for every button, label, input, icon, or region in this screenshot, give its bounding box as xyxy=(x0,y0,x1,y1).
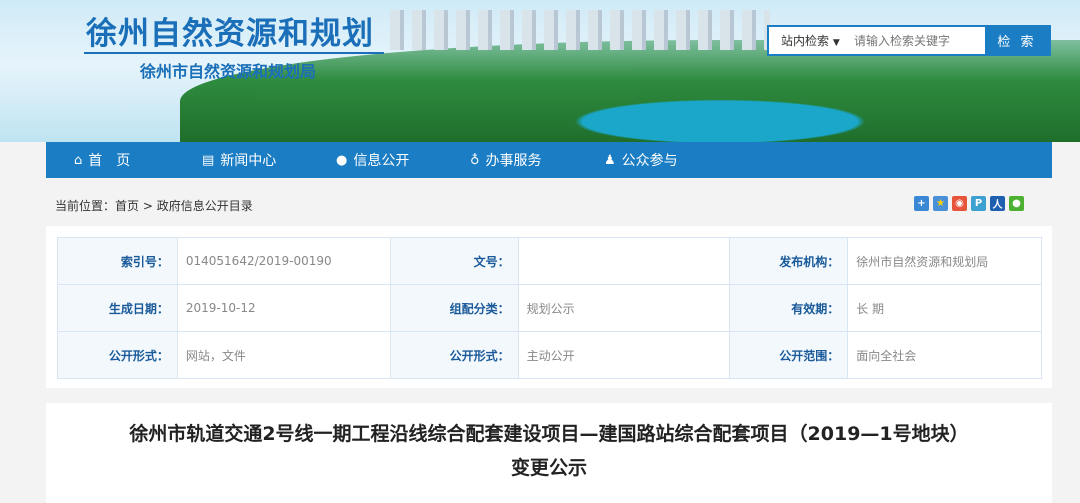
search-button[interactable]: 检 索 xyxy=(985,27,1049,54)
metadata-row: 公开形式： 网站，文件 公开形式： 主动公开 公开范围： 面向全社会 xyxy=(57,331,1042,379)
metadata-value: 主动公开 xyxy=(517,331,731,379)
metadata-value: 面向全社会 xyxy=(847,331,1042,379)
site-logo-subtitle: 徐州市自然资源和规划局 xyxy=(140,62,317,81)
dropdown-arrow-icon: ▼ xyxy=(832,38,840,48)
breadcrumb: 当前位置：首页 > 政府信息公开目录 xyxy=(55,197,253,214)
metadata-value: 徐州市自然资源和规划局 xyxy=(847,237,1042,285)
metadata-label: 公开范围： xyxy=(729,331,849,379)
metadata-label: 组配分类： xyxy=(389,284,519,332)
nav-label: 新闻中心 xyxy=(220,153,277,169)
nav-services[interactable]: ♁ 办事服务 xyxy=(470,150,542,170)
info-metadata-panel: 索引号： 014051642/2019-00190 文号： 发布机构： 徐州市自然资源和… xyxy=(46,226,1052,388)
share-toolbar: + ★ ◉ P 人 ● xyxy=(914,196,1024,211)
metadata-label: 生成日期： xyxy=(57,284,178,332)
nav-label: 公众参与 xyxy=(621,153,678,169)
metadata-value: 规划公示 xyxy=(517,284,731,332)
breadcrumb-separator: > xyxy=(139,199,157,213)
renren-icon[interactable]: 人 xyxy=(990,196,1005,211)
metadata-label: 公开形式： xyxy=(389,331,519,379)
nav-news[interactable]: ▤ 新闻中心 xyxy=(202,150,276,170)
search-scope-label: 站内检索 xyxy=(781,34,830,48)
nav-info-disclosure[interactable]: ● 信息公开 xyxy=(336,150,409,170)
plus-share-icon[interactable]: + xyxy=(914,196,929,211)
metadata-row: 生成日期： 2019-10-12 组配分类： 规划公示 有效期：长 期 xyxy=(57,284,1042,332)
metadata-table: 索引号： 014051642/2019-00190 文号： 发布机构： 徐州市自然资源和… xyxy=(57,237,1042,379)
weibo-icon[interactable]: ◉ xyxy=(952,196,967,211)
metadata-label: 索引号： xyxy=(57,237,178,285)
breadcrumb-current-link[interactable]: 政府信息公开目录 xyxy=(157,199,253,213)
logo-divider xyxy=(84,52,384,54)
thumbs-up-icon: ♁ xyxy=(470,152,480,168)
main-nav: ⌂ 首 页 ▤ 新闻中心 ● 信息公开 ♁ 办事服务 ♟ 公众参与 xyxy=(46,142,1052,178)
search-scope-select[interactable]: 站内检索 ▼ xyxy=(769,32,854,49)
metadata-value: 014051642/2019-00190 xyxy=(176,237,391,285)
nav-participation[interactable]: ♟ 公众参与 xyxy=(604,150,678,170)
metadata-row: 索引号： 014051642/2019-00190 文号： 发布机构： 徐州市自然资源和… xyxy=(57,237,1042,285)
metadata-label: 发布机构： xyxy=(729,237,849,285)
qzone-icon[interactable]: ★ xyxy=(933,196,948,211)
nav-label: 办事服务 xyxy=(485,153,542,169)
wechat-icon[interactable]: ● xyxy=(1009,196,1024,211)
site-logo-title[interactable]: 徐州自然资源和规划 xyxy=(86,8,374,53)
nav-home[interactable]: ⌂ 首 页 xyxy=(74,150,130,170)
globe-icon: ● xyxy=(336,152,348,168)
home-icon: ⌂ xyxy=(74,152,83,168)
metadata-label: 文号： xyxy=(389,237,519,285)
metadata-label: 有效期： xyxy=(729,284,849,332)
header-banner: 徐州自然资源和规划 徐州市自然资源和规划局 站内检索 ▼ 检 索 xyxy=(0,0,1080,142)
breadcrumb-prefix: 当前位置： xyxy=(55,199,116,213)
metadata-label: 公开形式： xyxy=(57,331,178,379)
search-bar: 站内检索 ▼ 检 索 xyxy=(767,25,1051,56)
metadata-value xyxy=(517,237,731,285)
article-title-line2: 变更公示 xyxy=(510,457,587,479)
tencent-weibo-icon[interactable]: P xyxy=(971,196,986,211)
breadcrumb-home-link[interactable]: 首页 xyxy=(115,199,139,213)
metadata-value: 网站，文件 xyxy=(176,331,391,379)
city-skyline-image xyxy=(390,10,770,50)
newspaper-icon: ▤ xyxy=(202,152,215,168)
search-input[interactable] xyxy=(854,33,984,48)
nav-label: 首 页 xyxy=(88,153,131,169)
user-icon: ♟ xyxy=(604,152,616,168)
article-title: 徐州市轨道交通2号线一期工程沿线综合配套建设项目—建国路站综合配套项目（2019… xyxy=(129,423,969,445)
nav-label: 信息公开 xyxy=(353,153,410,169)
metadata-value: 长 期 xyxy=(847,284,1042,332)
article-header: 徐州市轨道交通2号线一期工程沿线综合配套建设项目—建国路站综合配套项目（2019… xyxy=(46,403,1052,503)
metadata-value: 2019-10-12 xyxy=(176,284,391,332)
